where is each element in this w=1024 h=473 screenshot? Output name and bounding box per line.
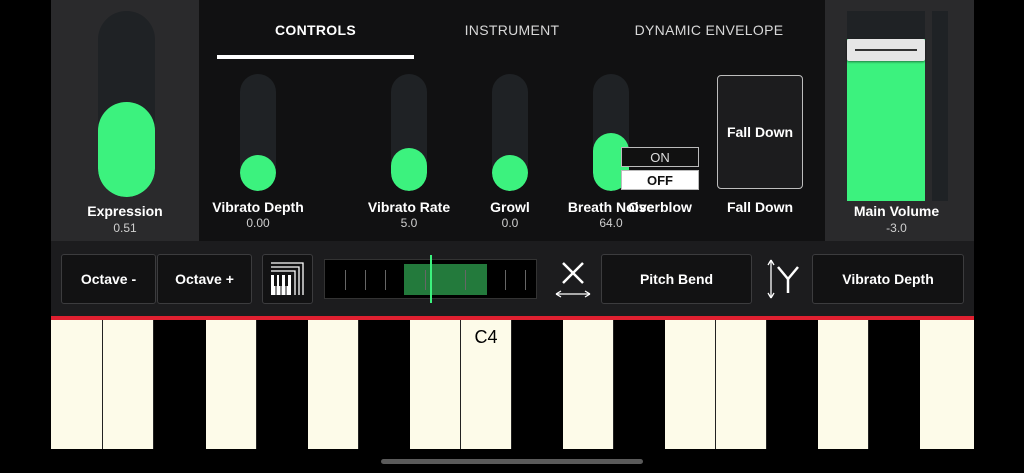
white-key[interactable] bbox=[308, 320, 359, 449]
overblow-off-option[interactable]: OFF bbox=[621, 170, 699, 190]
x-axis-icon bbox=[553, 257, 593, 301]
piano-keys-icon bbox=[271, 262, 304, 295]
expression-fill bbox=[98, 102, 155, 197]
black-key[interactable] bbox=[614, 320, 665, 449]
growl-fill bbox=[492, 155, 528, 191]
black-key[interactable] bbox=[512, 320, 563, 449]
controls-panel: CONTROLS INSTRUMENT DYNAMIC ENVELOPE Vib… bbox=[199, 0, 825, 241]
fall-down-button-label: Fall Down bbox=[726, 124, 794, 140]
strip-tick bbox=[385, 270, 386, 290]
home-indicator[interactable] bbox=[381, 459, 643, 464]
breath-noise-value: 64.0 bbox=[599, 216, 623, 230]
white-key[interactable] bbox=[665, 320, 716, 449]
vibrato-depth-fill bbox=[240, 155, 276, 191]
x-axis-mapping-button[interactable]: Pitch Bend bbox=[601, 254, 752, 304]
expression-label: Expression bbox=[87, 203, 163, 219]
tab-controls[interactable]: CONTROLS bbox=[217, 22, 414, 38]
strip-tick bbox=[345, 270, 346, 290]
white-key[interactable] bbox=[206, 320, 257, 449]
control-bar: Octave - Octave + Pitch Bend Vibrato Dep… bbox=[51, 241, 974, 316]
vibrato-rate-slider[interactable] bbox=[391, 74, 427, 191]
white-key[interactable] bbox=[716, 320, 767, 449]
vibrato-rate-label: Vibrato Rate bbox=[367, 199, 451, 215]
piano-keyboard bbox=[51, 320, 974, 449]
white-key[interactable] bbox=[920, 320, 974, 449]
tab-dynamic-envelope[interactable]: DYNAMIC ENVELOPE bbox=[629, 22, 789, 38]
app-window: Expression 0.51 CONTROLS INSTRUMENT DYNA… bbox=[51, 0, 974, 449]
vibrato-rate-value: 5.0 bbox=[400, 216, 418, 230]
c4-key-label: C4 bbox=[474, 327, 498, 347]
growl-slider[interactable] bbox=[492, 74, 528, 191]
tab-instrument[interactable]: INSTRUMENT bbox=[462, 22, 562, 38]
overblow-toggle[interactable]: ON OFF bbox=[621, 147, 699, 191]
growl-value: 0.0 bbox=[501, 216, 519, 230]
y-axis-icon bbox=[763, 257, 803, 301]
white-key[interactable] bbox=[103, 320, 154, 449]
expression-panel: Expression 0.51 bbox=[51, 0, 199, 241]
black-key[interactable] bbox=[767, 320, 818, 449]
main-volume-panel: Main Volume -3.0 bbox=[825, 0, 974, 241]
black-key[interactable] bbox=[257, 320, 308, 449]
strip-tick bbox=[425, 270, 426, 290]
main-volume-handle[interactable] bbox=[847, 39, 925, 61]
main-volume-slider[interactable] bbox=[847, 11, 925, 201]
volume-level-meter bbox=[932, 11, 948, 201]
vibrato-rate-fill bbox=[391, 148, 427, 191]
vibrato-depth-slider[interactable] bbox=[240, 74, 276, 191]
white-key[interactable] bbox=[410, 320, 461, 449]
octave-down-button[interactable]: Octave - bbox=[61, 254, 156, 304]
growl-label: Growl bbox=[490, 199, 530, 215]
strip-tick bbox=[525, 270, 526, 290]
overblow-label: Overblow bbox=[628, 199, 692, 215]
octave-up-button[interactable]: Octave + bbox=[157, 254, 252, 304]
main-volume-value: -3.0 bbox=[886, 221, 907, 235]
strip-tick bbox=[365, 270, 366, 290]
main-volume-label: Main Volume bbox=[853, 203, 940, 219]
vibrato-depth-label: Vibrato Depth bbox=[212, 199, 304, 215]
keyboard-layout-button[interactable] bbox=[262, 254, 313, 304]
active-tab-indicator bbox=[217, 55, 414, 59]
visible-range-window[interactable] bbox=[404, 264, 487, 295]
white-key[interactable] bbox=[51, 320, 103, 449]
black-key[interactable] bbox=[869, 320, 920, 449]
range-cursor bbox=[430, 255, 432, 303]
black-key[interactable] bbox=[154, 320, 206, 449]
pitch-bend-scroll-strip[interactable] bbox=[324, 255, 537, 303]
vibrato-depth-value: 0.00 bbox=[246, 216, 270, 230]
black-key[interactable] bbox=[359, 320, 410, 449]
fall-down-label: Fall Down bbox=[726, 199, 794, 215]
strip-tick bbox=[465, 270, 466, 290]
strip-tick bbox=[505, 270, 506, 290]
expression-value: 0.51 bbox=[113, 221, 137, 235]
overblow-on-option[interactable]: ON bbox=[621, 147, 699, 167]
white-key[interactable] bbox=[818, 320, 869, 449]
fall-down-button[interactable]: Fall Down bbox=[717, 75, 803, 189]
expression-slider[interactable] bbox=[98, 11, 155, 197]
white-key[interactable] bbox=[563, 320, 614, 449]
main-volume-fill bbox=[847, 39, 925, 201]
y-axis-mapping-button[interactable]: Vibrato Depth bbox=[812, 254, 964, 304]
